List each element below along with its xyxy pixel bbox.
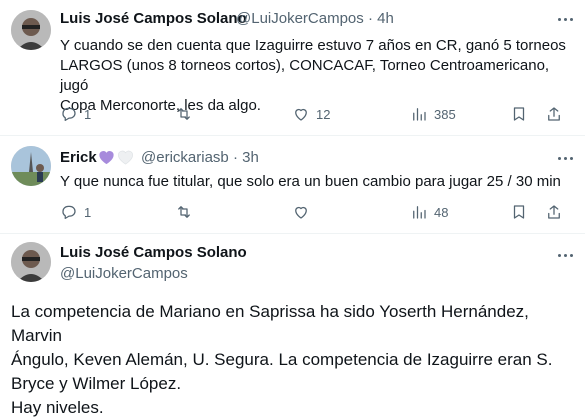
reply-count: 1 — [84, 204, 92, 220]
tweet-line: Ángulo, Keven Alemán, U. Segura. La comp… — [11, 350, 553, 369]
views-button[interactable]: 385 — [410, 105, 456, 123]
separator: · — [367, 10, 373, 27]
divider — [0, 135, 585, 136]
like-count: 12 — [316, 106, 331, 122]
timestamp[interactable]: 4h — [377, 10, 394, 27]
bookmark-button[interactable] — [510, 203, 528, 221]
retweet-button[interactable] — [175, 203, 199, 221]
more-options-icon[interactable] — [556, 9, 576, 29]
tweet-text: Y cuando se den cuenta que Izaguirre est… — [60, 36, 580, 116]
view-count: 48 — [434, 204, 449, 220]
tweet-line: Y cuando se den cuenta que Izaguirre est… — [60, 37, 566, 54]
reply-icon — [62, 107, 76, 122]
more-options-icon[interactable] — [556, 148, 576, 168]
separator: · — [232, 149, 238, 166]
handle[interactable]: @erickariasb — [141, 149, 229, 166]
retweet-icon — [178, 206, 190, 218]
avatar[interactable] — [11, 10, 51, 50]
display-name[interactable]: Luis José Campos Solano — [60, 10, 247, 27]
reply-button[interactable]: 1 — [60, 203, 91, 221]
reply-button[interactable]: 1 — [60, 105, 91, 123]
divider — [0, 233, 585, 234]
retweet-icon — [178, 108, 190, 120]
views-button[interactable]: 48 — [410, 203, 448, 221]
display-name[interactable]: Erick — [60, 149, 97, 166]
purple-heart-icon — [99, 151, 114, 165]
tweet-line: Y que nunca fue titular, que solo era un… — [60, 173, 561, 190]
share-button[interactable] — [545, 203, 563, 221]
heart-icon — [295, 206, 307, 219]
view-count: 385 — [434, 106, 456, 122]
avatar[interactable] — [11, 146, 51, 186]
timestamp[interactable]: 3h — [242, 149, 259, 166]
avatar[interactable] — [11, 242, 51, 282]
views-icon — [413, 108, 426, 121]
bookmark-icon — [513, 107, 525, 121]
tweet-text: La competencia de Mariano en Saprissa ha… — [11, 300, 581, 420]
heart-icon — [295, 108, 307, 121]
tweet-line: Hay niveles. — [11, 398, 104, 417]
handle[interactable]: @LuiJokerCampos — [236, 10, 364, 27]
tweet-line: LARGOS (unos 8 torneos cortos), CONCACAF… — [60, 57, 550, 94]
share-icon — [548, 205, 560, 219]
handle[interactable]: @LuiJokerCampos — [60, 265, 188, 282]
reply-count: 1 — [84, 106, 92, 122]
bookmark-icon — [513, 205, 525, 219]
share-icon — [548, 107, 560, 121]
like-button[interactable] — [292, 203, 316, 221]
tweet-text: Y que nunca fue titular, que solo era un… — [60, 172, 580, 192]
tweet-line: Bryce y Wilmer López. — [11, 374, 182, 393]
display-name[interactable]: Luis José Campos Solano — [60, 244, 247, 261]
like-button[interactable]: 12 — [292, 105, 330, 123]
views-icon — [413, 206, 426, 219]
tweet-line: La competencia de Mariano en Saprissa ha… — [11, 302, 529, 345]
share-button[interactable] — [545, 105, 563, 123]
reply-icon — [62, 205, 76, 220]
bookmark-button[interactable] — [510, 105, 528, 123]
white-heart-icon — [118, 150, 133, 165]
retweet-button[interactable] — [175, 105, 199, 123]
more-options-icon[interactable] — [556, 245, 576, 265]
